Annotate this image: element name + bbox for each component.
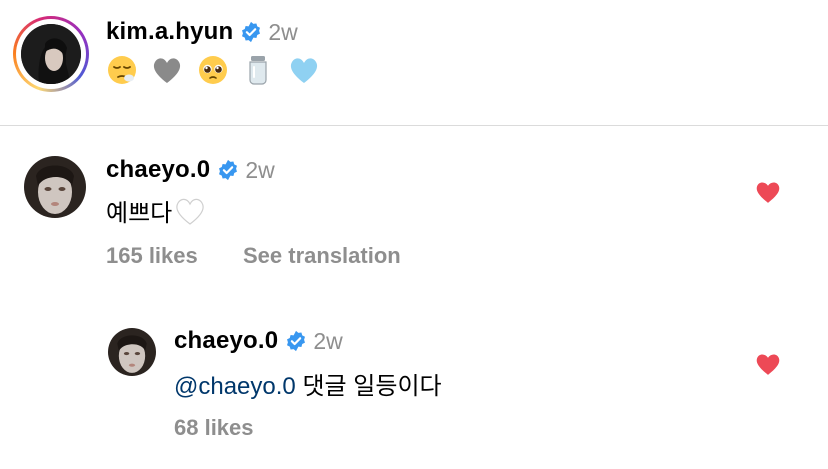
comment-avatar[interactable] xyxy=(24,156,86,218)
reply-header: chaeyo.0 2w xyxy=(174,327,343,355)
reply-username[interactable]: chaeyo.0 xyxy=(174,327,278,355)
reply-avatar[interactable] xyxy=(108,328,156,376)
post-caption xyxy=(106,54,329,90)
like-heart-icon[interactable] xyxy=(755,180,781,204)
divider xyxy=(0,125,828,126)
reply-likes[interactable]: 68 likes xyxy=(174,415,254,441)
like-heart-icon[interactable] xyxy=(755,352,781,376)
grey-heart-icon xyxy=(154,58,181,83)
comment-likes[interactable]: 165 likes xyxy=(106,243,198,269)
sleepy-face-icon xyxy=(108,56,136,84)
light-blue-heart-icon xyxy=(290,58,317,83)
post-header: kim.a.hyun 2w xyxy=(106,18,298,46)
pleading-face-icon xyxy=(198,56,227,84)
reply-body: 댓글 일등이다 xyxy=(302,373,442,400)
jar-icon xyxy=(249,56,267,85)
post-time: 2w xyxy=(268,18,298,45)
mention-link[interactable]: @chaeyo.0 xyxy=(174,373,296,400)
comment-text: 예쁘다 xyxy=(106,193,206,228)
comment-username[interactable]: chaeyo.0 xyxy=(106,156,210,184)
comment-header: chaeyo.0 2w xyxy=(106,156,275,184)
verified-badge-icon xyxy=(287,330,306,352)
reply-time: 2w xyxy=(313,327,343,354)
verified-badge-icon xyxy=(242,21,261,43)
comment-body: 예쁘다 xyxy=(106,200,173,227)
avatar[interactable] xyxy=(21,24,81,84)
comment-time: 2w xyxy=(245,156,275,183)
see-translation-link[interactable]: See translation xyxy=(243,243,401,269)
post-username[interactable]: kim.a.hyun xyxy=(106,18,233,46)
verified-badge-icon xyxy=(219,159,238,181)
white-heart-icon xyxy=(176,198,204,225)
reply-text: @chaeyo.0 댓글 일등이다 xyxy=(174,366,442,401)
